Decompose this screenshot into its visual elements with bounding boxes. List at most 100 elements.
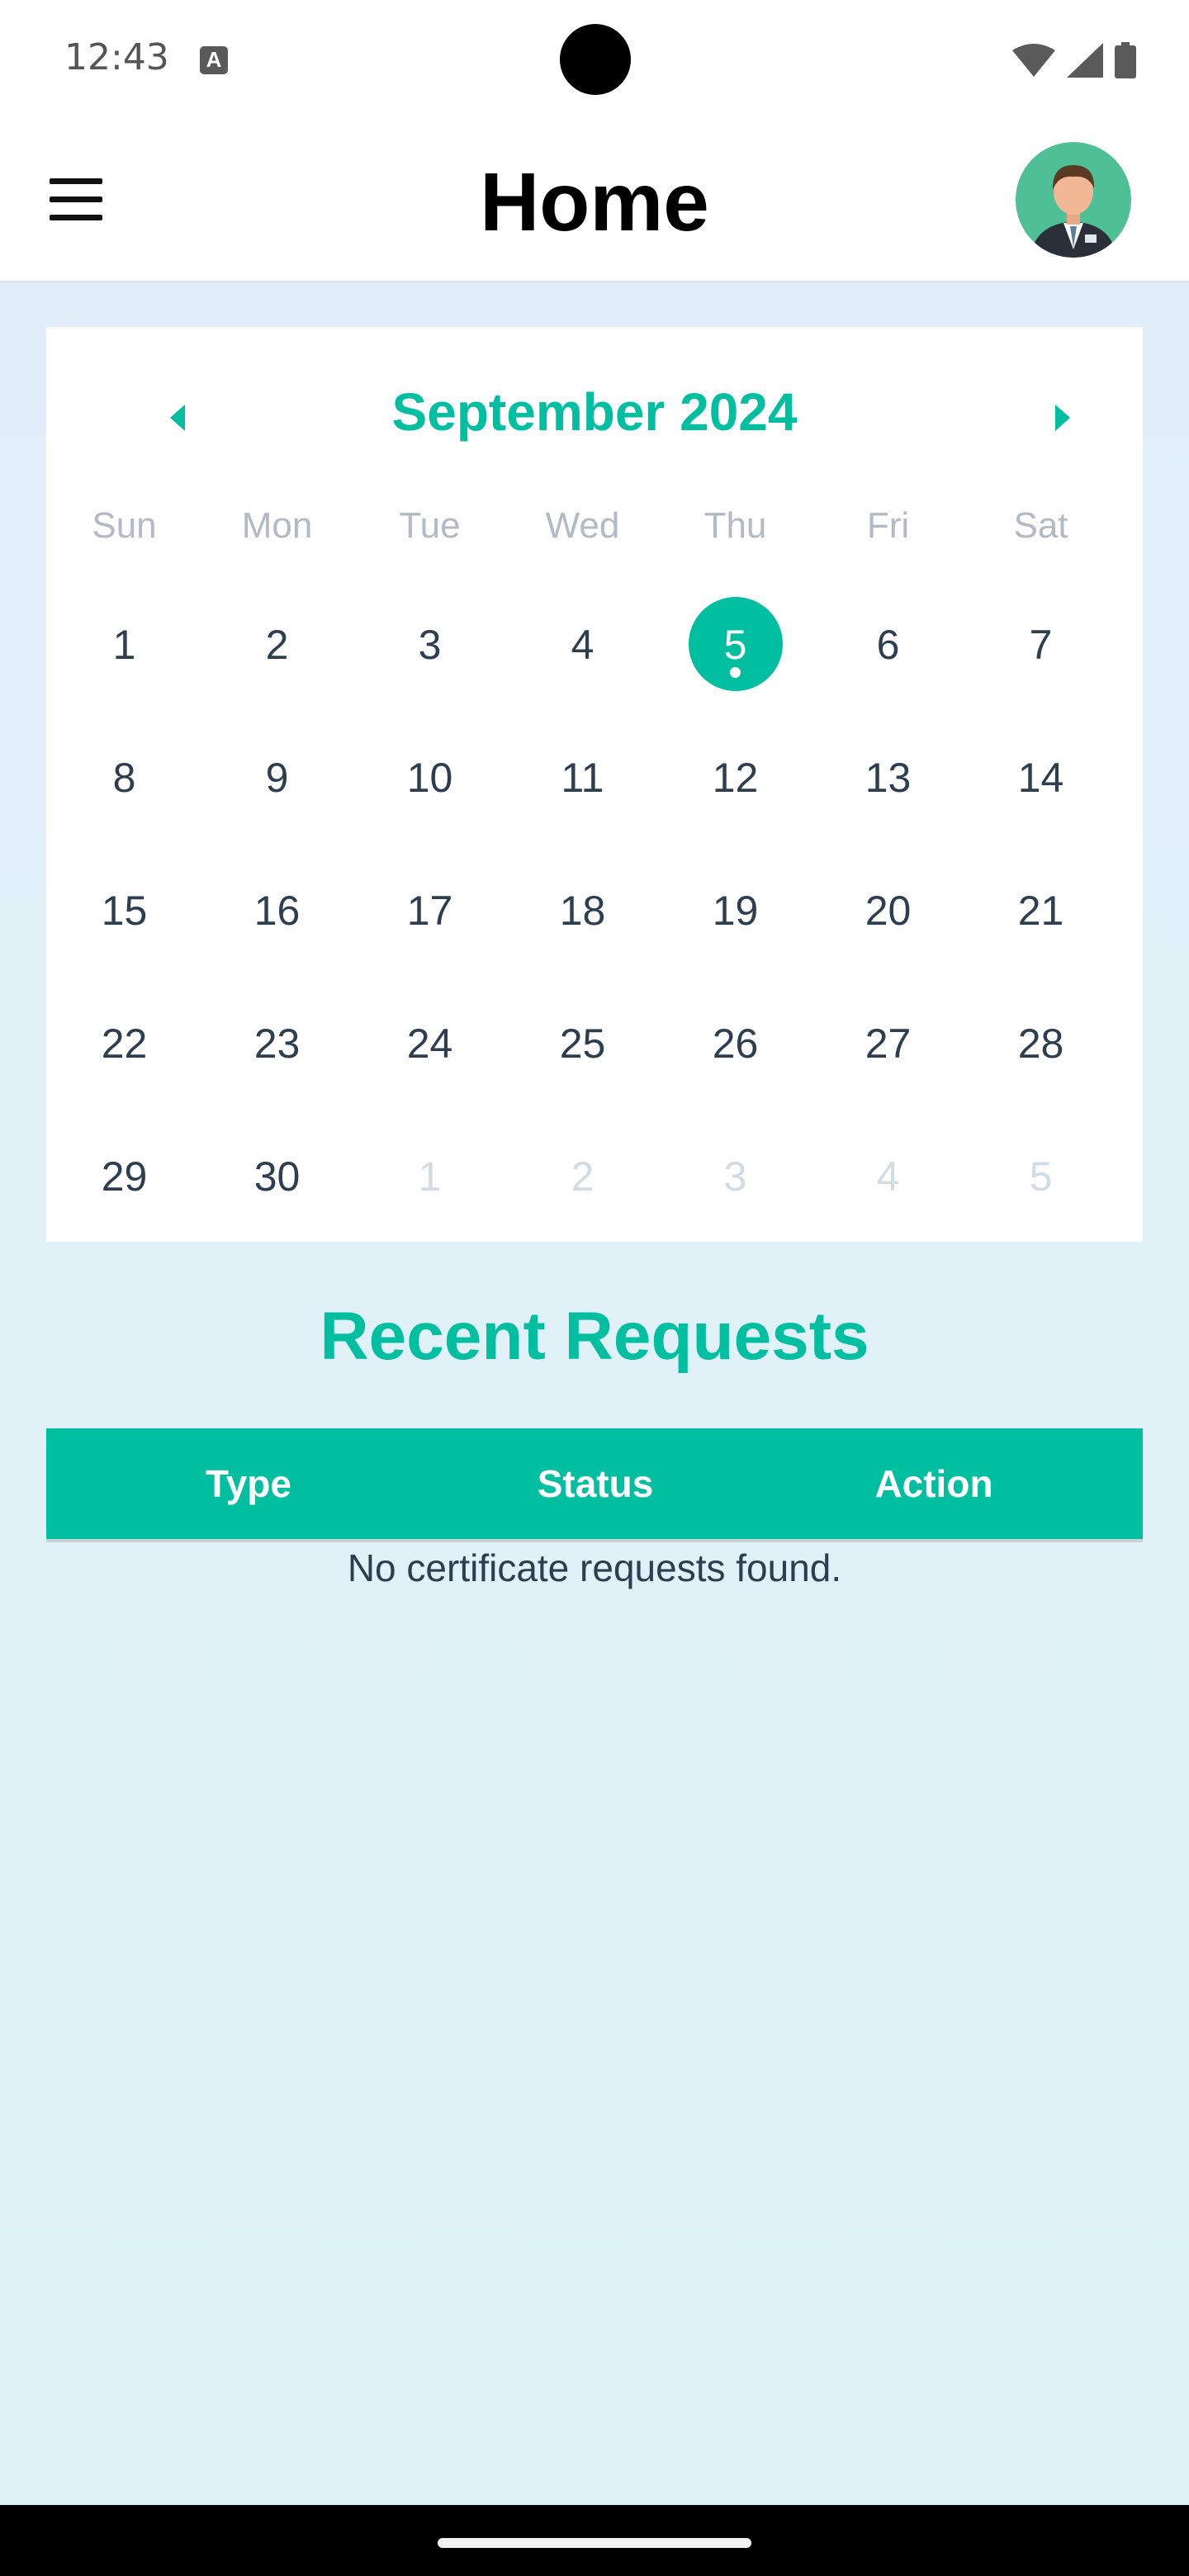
calendar-day[interactable]: 28 [964, 998, 1117, 1131]
status-icons [1012, 41, 1136, 79]
calendar-day-number: 21 [1017, 888, 1064, 934]
calendar-day-number: 15 [101, 888, 148, 934]
calendar-day-number: 29 [101, 1153, 148, 1200]
requests-table-header: Type Status Action [46, 1428, 1143, 1542]
page-title: Home [480, 156, 709, 249]
wifi-icon [1012, 44, 1055, 77]
calendar-day[interactable]: 13 [812, 732, 964, 865]
system-nav-bar [0, 2505, 1189, 2576]
calendar-day-number: 5 [1029, 1153, 1053, 1200]
calendar-day-number: 13 [865, 755, 912, 801]
calendar-day[interactable]: 1 [353, 1131, 506, 1264]
column-header-action: Action [874, 1462, 993, 1505]
calendar-day-number: 24 [406, 1020, 453, 1067]
calendar-day[interactable]: 30 [201, 1131, 353, 1264]
calendar-day[interactable]: 27 [812, 998, 964, 1131]
calendar-day-number: 7 [1029, 622, 1053, 668]
weekday-label: Tue [399, 505, 461, 546]
calendar-day[interactable]: 29 [48, 1131, 201, 1264]
calendar-day[interactable]: 5 [964, 1131, 1117, 1264]
weekday-label: Sat [1013, 505, 1068, 546]
calendar-day-number: 9 [265, 755, 289, 801]
calendar: September 2024 Sun Mon Tue Wed Thu Fri S… [46, 327, 1143, 1242]
calendar-day-number: 26 [712, 1020, 759, 1067]
calendar-day[interactable]: 25 [506, 998, 659, 1131]
calendar-day[interactable]: 7 [964, 599, 1117, 732]
calendar-day[interactable]: 26 [659, 998, 812, 1131]
weekday-label: Fri [866, 505, 910, 546]
calendar-day[interactable]: 20 [812, 865, 964, 998]
calendar-day[interactable]: 4 [506, 599, 659, 732]
calendar-day[interactable]: 14 [964, 732, 1117, 865]
calendar-day-number: 6 [876, 622, 900, 668]
calendar-day-number: 3 [723, 1153, 747, 1200]
app-header: Home [0, 116, 1189, 283]
a-icon: A [200, 46, 228, 74]
next-month-icon[interactable] [1037, 393, 1087, 443]
calendar-day-number: 19 [712, 888, 759, 934]
empty-requests-message: No certificate requests found. [347, 1546, 842, 1589]
calendar-day-number: 22 [101, 1020, 148, 1067]
recent-requests-title: Recent Requests [320, 1299, 869, 1374]
calendar-day[interactable]: 10 [353, 732, 506, 865]
calendar-day-number: 23 [253, 1020, 301, 1067]
calendar-day-number: 1 [112, 622, 136, 668]
calendar-day-selected[interactable]: 5 [659, 597, 812, 732]
calendar-day[interactable]: 8 [48, 732, 201, 865]
calendar-day[interactable]: 4 [812, 1131, 964, 1264]
calendar-day[interactable]: 18 [506, 865, 659, 998]
calendar-day-number: 2 [265, 622, 289, 668]
cell-signal-icon [1067, 43, 1103, 78]
calendar-day[interactable]: 2 [201, 599, 353, 732]
calendar-day-number: 2 [571, 1153, 594, 1200]
calendar-day[interactable]: 23 [201, 998, 353, 1131]
calendar-days-grid: 1 2 3 4 5 6 7 8 9 10 11 12 13 14 15 16 17 18 19 20 21 22 23 24 2… [48, 597, 1121, 1264]
calendar-day-number: 4 [876, 1153, 900, 1200]
calendar-day-number: 30 [253, 1153, 301, 1200]
weekday-header: Sun Mon Tue Wed Thu Fri Sat [46, 505, 1143, 547]
calendar-day-number: 12 [712, 755, 759, 801]
calendar-day-number: 8 [112, 755, 136, 801]
calendar-day-number: 14 [1017, 755, 1064, 801]
column-header-status: Status [537, 1462, 654, 1505]
calendar-day[interactable]: 2 [506, 1131, 659, 1264]
calendar-day[interactable]: 12 [659, 732, 812, 865]
calendar-day-number: 16 [253, 888, 301, 934]
calendar-day[interactable]: 9 [201, 732, 353, 865]
weekday-label: Wed [545, 505, 620, 546]
weekday-label: Thu [703, 505, 767, 546]
calendar-day[interactable]: 11 [506, 732, 659, 865]
column-header-type: Type [206, 1462, 291, 1505]
calendar-day[interactable]: 1 [48, 599, 201, 732]
calendar-day[interactable]: 22 [48, 998, 201, 1131]
calendar-day-number: 3 [418, 622, 442, 668]
status-bar: 12:43 A [0, 0, 1189, 116]
battery-icon [1115, 42, 1136, 78]
calendar-day-number: 18 [559, 888, 606, 934]
calendar-day[interactable]: 24 [353, 998, 506, 1131]
calendar-day[interactable]: 6 [812, 599, 964, 732]
camera-cutout [560, 24, 631, 95]
calendar-day[interactable]: 3 [659, 1131, 812, 1264]
calendar-day[interactable]: 16 [201, 865, 353, 998]
month-title: September 2024 [391, 382, 798, 442]
calendar-day[interactable]: 17 [353, 865, 506, 998]
event-indicator-dot [730, 667, 741, 678]
home-gesture-handle[interactable] [438, 2538, 751, 2548]
calendar-day-number: 17 [406, 888, 453, 934]
calendar-day-number: 20 [865, 888, 912, 934]
status-time: 12:43 [64, 36, 169, 78]
calendar-day-number: 28 [1017, 1020, 1064, 1067]
calendar-day-number: 4 [571, 622, 594, 668]
weekday-label: Sun [92, 505, 157, 546]
calendar-day-number: 11 [561, 755, 604, 801]
calendar-day[interactable]: 15 [48, 865, 201, 998]
user-avatar-icon[interactable] [1016, 142, 1131, 258]
calendar-day[interactable]: 3 [353, 599, 506, 732]
calendar-day[interactable]: 19 [659, 865, 812, 998]
calendar-day-number: 1 [418, 1153, 442, 1200]
calendar-day[interactable]: 21 [964, 865, 1117, 998]
weekday-label: Mon [241, 505, 313, 546]
calendar-day-number: 25 [559, 1020, 606, 1067]
calendar-day-number: 10 [406, 755, 453, 801]
